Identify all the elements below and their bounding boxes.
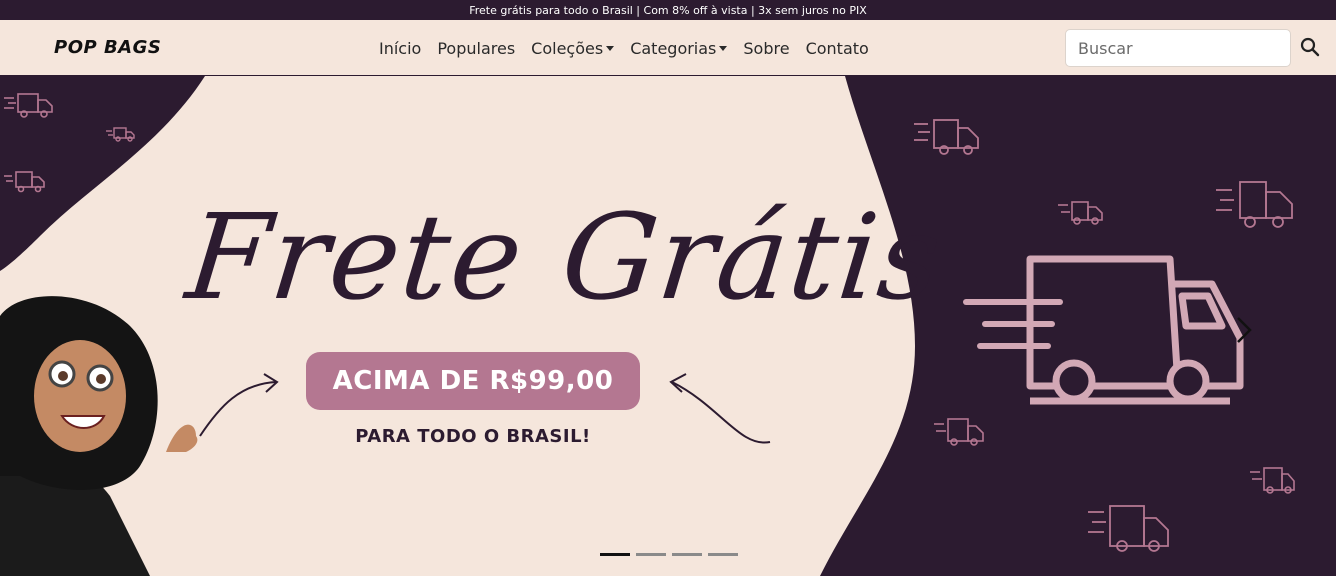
promo-topbar: Frete grátis para todo o Brasil | Com 8%… (0, 0, 1336, 20)
nav-link-populares[interactable]: Populares (429, 39, 523, 58)
banner-pill: ACIMA DE R$99,00 (306, 352, 640, 410)
search-button[interactable] (1300, 37, 1324, 61)
nav-link-label: Populares (437, 38, 516, 58)
carousel-indicator[interactable] (672, 553, 702, 556)
nav-link-label: Contato (805, 38, 869, 58)
hero-carousel: Frete Grátis ACIMA DE R$99,00 PARA TODO … (0, 76, 1336, 576)
nav-link-label: Categorias (630, 38, 717, 58)
truck-icon (1088, 505, 1169, 552)
brand-logo[interactable]: POP BAGS (54, 37, 161, 58)
nav-link-label: Início (379, 38, 422, 58)
promo-text: Frete grátis para todo o Brasil | Com 8%… (469, 3, 867, 17)
truck-icon (1216, 181, 1293, 228)
banner-subtitle: PARA TODO O BRASIL! (355, 426, 591, 447)
truck-icon (914, 119, 979, 155)
truck-icon (1250, 467, 1295, 494)
nav-links: Início Populares Coleções Categorias Sob… (371, 20, 877, 76)
search-icon (1300, 37, 1320, 57)
banner-title: Frete Grátis (180, 188, 949, 326)
nav-dropdown-categorias[interactable]: Categorias (622, 39, 735, 58)
nav-link-inicio[interactable]: Início (371, 39, 429, 58)
truck-wheels (1052, 359, 1210, 403)
nav-link-label: Coleções (531, 38, 604, 58)
nav-link-label: Sobre (743, 38, 790, 58)
speed-lines (963, 299, 1063, 349)
carousel-indicator[interactable] (636, 553, 666, 556)
banner-background (0, 76, 1295, 576)
truck-icon (1058, 201, 1103, 225)
caret-down-icon (719, 45, 728, 51)
search-input[interactable] (1065, 29, 1291, 67)
truck-icon (934, 418, 984, 446)
carousel-indicator[interactable] (600, 553, 630, 556)
caret-down-icon (606, 45, 615, 51)
carousel-indicators (600, 553, 738, 556)
nav-link-sobre[interactable]: Sobre (735, 39, 797, 58)
carousel-next-button[interactable] (1230, 310, 1258, 350)
chevron-right-icon (1237, 317, 1252, 343)
main-navbar: POP BAGS Início Populares Coleções Categ… (0, 20, 1336, 76)
nav-link-contato[interactable]: Contato (798, 39, 877, 58)
nav-dropdown-colecoes[interactable]: Coleções (523, 39, 622, 58)
carousel-indicator[interactable] (708, 553, 738, 556)
